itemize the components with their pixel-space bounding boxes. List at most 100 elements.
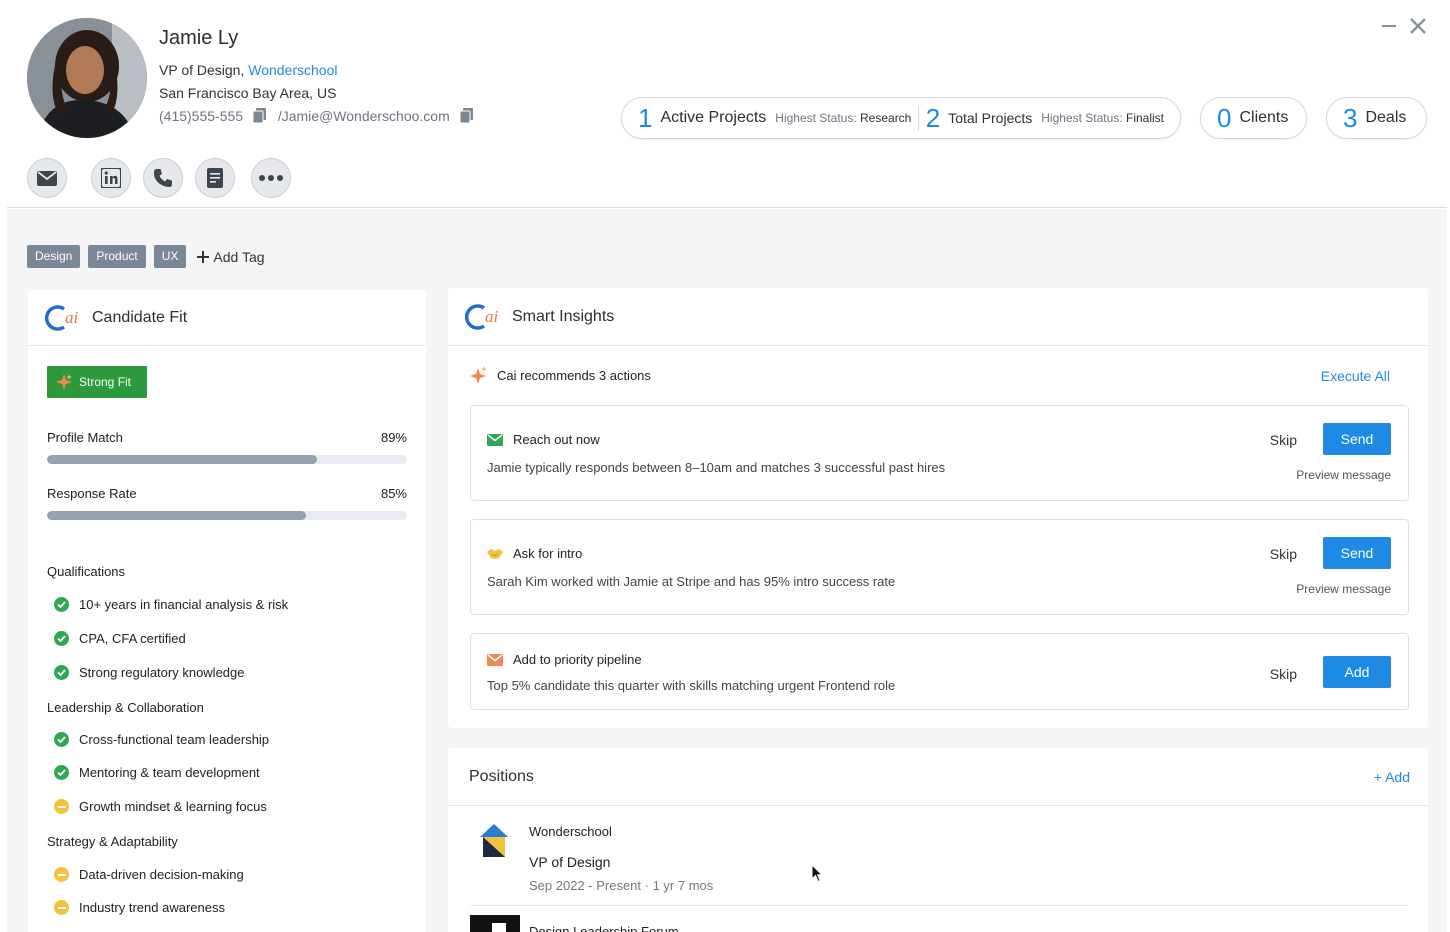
- copy-icon[interactable]: [459, 108, 473, 126]
- qualification-item: Data-driven decision-making: [54, 867, 244, 882]
- tag[interactable]: Product: [88, 245, 146, 268]
- add-position-button[interactable]: + Add: [1374, 769, 1410, 785]
- profile-header: Jamie Ly VP of Design, Wonderschool San …: [7, 0, 1447, 208]
- position-role: VP of Design: [529, 854, 611, 870]
- company-logo: [480, 824, 508, 857]
- strong-fit-badge: Strong Fit: [47, 366, 148, 398]
- positions-card: Positions + Add Wonderschool VP of Desig…: [448, 748, 1428, 932]
- candidate-fit-card: ai Candidate Fit Strong Fit Profile Matc…: [28, 290, 426, 932]
- action-description: Jamie typically responds between 8–10am …: [487, 460, 946, 475]
- mail-icon: [487, 433, 503, 446]
- smart-insights-card: ai Smart Insights Cai recommends 3 actio…: [448, 288, 1428, 728]
- position-company: Design Leadership Forum: [529, 924, 679, 932]
- clients-count: 0: [1217, 103, 1232, 133]
- tag-list: Design Product UX Add Tag: [27, 245, 265, 268]
- smart-insights-title: Smart Insights: [512, 307, 615, 325]
- company-link[interactable]: Wonderschool: [248, 62, 337, 78]
- clients-stat-pill[interactable]: 0 Clients: [1200, 97, 1307, 139]
- metric-label: Profile Match: [47, 430, 123, 445]
- candidate-fit-title: Candidate Fit: [92, 308, 188, 326]
- active-projects-count: 1: [638, 103, 653, 133]
- deals-label: Deals: [1365, 109, 1407, 126]
- section-title: Strategy & Adaptability: [47, 834, 178, 849]
- skip-button[interactable]: Skip: [1270, 432, 1297, 448]
- progress-bar-fill: [47, 511, 307, 520]
- active-projects-status: Highest Status: Research: [775, 111, 912, 125]
- sparkle-icon: [56, 374, 72, 390]
- skip-button[interactable]: Skip: [1270, 666, 1297, 682]
- position-item[interactable]: Wonderschool VP of Design Sep 2022 - Pre…: [470, 806, 1408, 906]
- minimize-icon[interactable]: [1381, 16, 1397, 41]
- svg-text:ai: ai: [65, 308, 79, 327]
- active-projects-label: Active Projects: [660, 109, 767, 126]
- profile-match-metric: Profile Match 89%: [47, 430, 407, 464]
- send-button[interactable]: Send: [1323, 537, 1391, 569]
- plus-icon: [197, 250, 210, 263]
- phone-number: (415)555-555: [159, 108, 244, 124]
- execute-all-button[interactable]: Execute All: [1321, 368, 1390, 384]
- action-title: Ask for intro: [487, 546, 582, 561]
- positions-header: Positions + Add: [448, 748, 1428, 806]
- check-circle-icon: [54, 631, 69, 646]
- metric-value: 85%: [380, 486, 407, 501]
- partial-circle-icon: [54, 867, 69, 882]
- mail-icon[interactable]: [27, 158, 67, 198]
- preview-message-link[interactable]: Preview message: [1296, 468, 1391, 482]
- send-button[interactable]: Send: [1323, 423, 1391, 455]
- action-description: Top 5% candidate this quarter with skill…: [487, 678, 896, 693]
- action-title: Reach out now: [487, 432, 600, 447]
- add-tag-button[interactable]: Add Tag: [197, 248, 265, 265]
- action-card-priority-pipeline: Add to priority pipeline Top 5% candidat…: [470, 633, 1409, 710]
- strong-fit-label: Strong Fit: [79, 375, 132, 389]
- clients-label: Clients: [1239, 109, 1289, 126]
- progress-bar-fill: [47, 455, 317, 464]
- smart-insights-header: ai Smart Insights: [448, 288, 1428, 346]
- copy-icon[interactable]: [252, 108, 266, 126]
- close-icon[interactable]: [1409, 16, 1427, 41]
- total-projects-status: Highest Status: Finalist: [1041, 111, 1164, 125]
- qualification-item: Mentoring & team development: [54, 765, 260, 780]
- projects-stat-pill[interactable]: 1 Active Projects Highest Status: Resear…: [621, 97, 1181, 139]
- cai-logo-icon: ai: [44, 304, 79, 331]
- avatar-image: [27, 18, 147, 138]
- contact-actions: [27, 158, 291, 198]
- notes-icon[interactable]: [195, 158, 235, 198]
- response-rate-metric: Response Rate 85%: [47, 486, 407, 520]
- qualification-item: 10+ years in financial analysis & risk: [54, 597, 288, 612]
- sparkle-icon: [470, 366, 487, 384]
- avatar: [27, 18, 147, 138]
- metric-label: Response Rate: [47, 486, 137, 501]
- skip-button[interactable]: Skip: [1270, 546, 1297, 562]
- preview-message-link[interactable]: Preview message: [1296, 582, 1391, 596]
- position-dates: Sep 2022 - Present · 1 yr 7 mos: [529, 878, 714, 893]
- qualification-item: Cross-functional team leadership: [54, 732, 269, 747]
- partial-circle-icon: [54, 799, 69, 814]
- action-description: Sarah Kim worked with Jamie at Stripe an…: [487, 574, 896, 589]
- tag[interactable]: Design: [27, 245, 81, 268]
- company-logo: [470, 915, 520, 932]
- add-button[interactable]: Add: [1323, 656, 1391, 688]
- profile-location: San Francisco Bay Area, US: [159, 85, 337, 101]
- linkedin-icon[interactable]: [91, 158, 131, 198]
- deals-stat-pill[interactable]: 3 Deals: [1326, 97, 1427, 139]
- more-icon[interactable]: [251, 158, 291, 198]
- job-title: VP of Design,: [159, 62, 245, 78]
- total-projects-count: 2: [925, 103, 941, 133]
- handshake-icon: [487, 548, 503, 559]
- qualification-item: CPA, CFA certified: [54, 631, 186, 646]
- progress-bar: [47, 511, 407, 520]
- section-title: Leadership & Collaboration: [47, 700, 204, 715]
- deals-count: 3: [1343, 103, 1358, 133]
- total-projects-label: Total Projects: [948, 110, 1033, 126]
- inbox-icon: [487, 653, 503, 666]
- action-title: Add to priority pipeline: [487, 652, 642, 667]
- qualification-item: Strong regulatory knowledge: [54, 665, 245, 680]
- phone-icon[interactable]: [143, 158, 183, 198]
- position-item[interactable]: Design Leadership Forum: [470, 915, 1408, 932]
- svg-text:ai: ai: [485, 307, 499, 326]
- qualification-item: Industry trend awareness: [54, 900, 225, 915]
- cai-logo-icon: ai: [464, 303, 499, 330]
- recommendation-row: Cai recommends 3 actions: [470, 366, 651, 384]
- tag[interactable]: UX: [153, 245, 187, 268]
- add-tag-label: Add Tag: [213, 248, 265, 265]
